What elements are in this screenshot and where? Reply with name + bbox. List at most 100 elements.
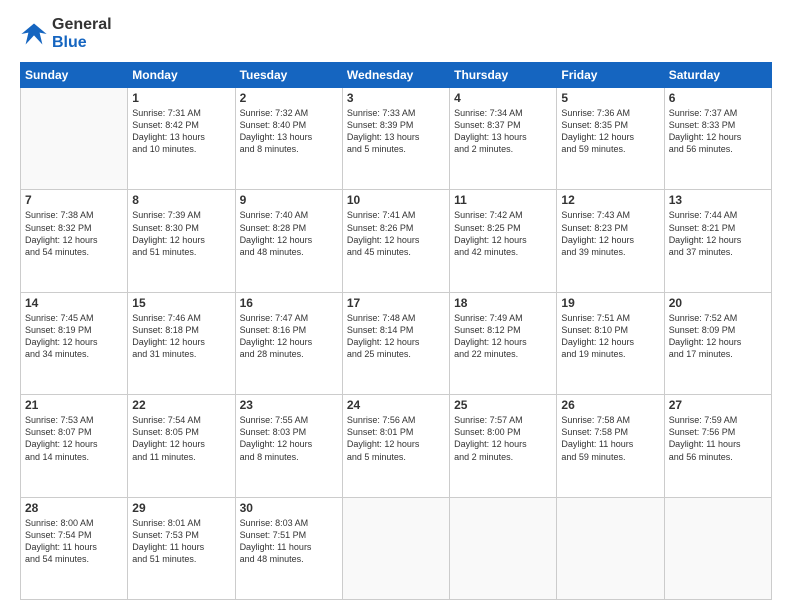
cell-info: Daylight: 12 hours — [25, 438, 123, 450]
calendar-cell: 23Sunrise: 7:55 AMSunset: 8:03 PMDayligh… — [235, 395, 342, 497]
day-number: 1 — [132, 91, 230, 105]
cell-info: Daylight: 12 hours — [454, 438, 552, 450]
cell-info: Sunrise: 8:00 AM — [25, 517, 123, 529]
day-number: 17 — [347, 296, 445, 310]
calendar-cell: 16Sunrise: 7:47 AMSunset: 8:16 PMDayligh… — [235, 292, 342, 394]
cell-info: Daylight: 11 hours — [561, 438, 659, 450]
cell-info: and 56 minutes. — [669, 143, 767, 155]
cell-info: Sunset: 8:23 PM — [561, 222, 659, 234]
cell-info: Sunset: 8:21 PM — [669, 222, 767, 234]
cell-info: Sunset: 8:40 PM — [240, 119, 338, 131]
cell-info: Daylight: 12 hours — [347, 438, 445, 450]
cell-info: Sunrise: 7:56 AM — [347, 414, 445, 426]
day-number: 23 — [240, 398, 338, 412]
cell-info: Sunrise: 8:01 AM — [132, 517, 230, 529]
col-friday: Friday — [557, 63, 664, 88]
calendar-cell: 30Sunrise: 8:03 AMSunset: 7:51 PMDayligh… — [235, 497, 342, 599]
col-wednesday: Wednesday — [342, 63, 449, 88]
cell-info: Daylight: 12 hours — [132, 234, 230, 246]
calendar-cell: 13Sunrise: 7:44 AMSunset: 8:21 PMDayligh… — [664, 190, 771, 292]
cell-info: and 51 minutes. — [132, 553, 230, 565]
cell-info: Sunset: 8:37 PM — [454, 119, 552, 131]
cell-info: and 2 minutes. — [454, 451, 552, 463]
cell-info: and 45 minutes. — [347, 246, 445, 258]
cell-info: Sunrise: 7:54 AM — [132, 414, 230, 426]
week-row-2: 7Sunrise: 7:38 AMSunset: 8:32 PMDaylight… — [21, 190, 772, 292]
calendar-cell — [21, 88, 128, 190]
cell-info: Sunrise: 7:32 AM — [240, 107, 338, 119]
cell-info: Daylight: 12 hours — [454, 234, 552, 246]
cell-info: Sunrise: 7:34 AM — [454, 107, 552, 119]
calendar-cell: 9Sunrise: 7:40 AMSunset: 8:28 PMDaylight… — [235, 190, 342, 292]
cell-info: Sunrise: 7:47 AM — [240, 312, 338, 324]
cell-info: Sunset: 8:39 PM — [347, 119, 445, 131]
calendar-cell: 22Sunrise: 7:54 AMSunset: 8:05 PMDayligh… — [128, 395, 235, 497]
calendar-cell: 27Sunrise: 7:59 AMSunset: 7:56 PMDayligh… — [664, 395, 771, 497]
calendar-cell: 26Sunrise: 7:58 AMSunset: 7:58 PMDayligh… — [557, 395, 664, 497]
day-number: 29 — [132, 501, 230, 515]
calendar-cell: 24Sunrise: 7:56 AMSunset: 8:01 PMDayligh… — [342, 395, 449, 497]
day-number: 20 — [669, 296, 767, 310]
cell-info: and 11 minutes. — [132, 451, 230, 463]
calendar-cell: 28Sunrise: 8:00 AMSunset: 7:54 PMDayligh… — [21, 497, 128, 599]
cell-info: and 42 minutes. — [454, 246, 552, 258]
cell-info: Sunrise: 7:41 AM — [347, 209, 445, 221]
cell-info: and 2 minutes. — [454, 143, 552, 155]
cell-info: Sunset: 8:09 PM — [669, 324, 767, 336]
day-number: 27 — [669, 398, 767, 412]
logo-icon — [20, 20, 48, 48]
cell-info: Sunrise: 7:39 AM — [132, 209, 230, 221]
cell-info: Daylight: 12 hours — [669, 234, 767, 246]
cell-info: and 8 minutes. — [240, 451, 338, 463]
calendar-cell: 11Sunrise: 7:42 AMSunset: 8:25 PMDayligh… — [450, 190, 557, 292]
week-row-5: 28Sunrise: 8:00 AMSunset: 7:54 PMDayligh… — [21, 497, 772, 599]
cell-info: and 39 minutes. — [561, 246, 659, 258]
cell-info: and 31 minutes. — [132, 348, 230, 360]
cell-info: Daylight: 13 hours — [454, 131, 552, 143]
cell-info: Sunset: 8:00 PM — [454, 426, 552, 438]
cell-info: Daylight: 12 hours — [132, 438, 230, 450]
cell-info: Sunset: 7:53 PM — [132, 529, 230, 541]
cell-info: and 10 minutes. — [132, 143, 230, 155]
cell-info: Sunset: 8:01 PM — [347, 426, 445, 438]
cell-info: Sunset: 8:12 PM — [454, 324, 552, 336]
cell-info: and 22 minutes. — [454, 348, 552, 360]
cell-info: Sunrise: 7:59 AM — [669, 414, 767, 426]
calendar-cell: 1Sunrise: 7:31 AMSunset: 8:42 PMDaylight… — [128, 88, 235, 190]
day-number: 6 — [669, 91, 767, 105]
calendar-cell: 18Sunrise: 7:49 AMSunset: 8:12 PMDayligh… — [450, 292, 557, 394]
day-number: 18 — [454, 296, 552, 310]
cell-info: Sunrise: 7:43 AM — [561, 209, 659, 221]
cell-info: Sunrise: 7:51 AM — [561, 312, 659, 324]
cell-info: Sunset: 8:35 PM — [561, 119, 659, 131]
day-number: 22 — [132, 398, 230, 412]
cell-info: Daylight: 11 hours — [669, 438, 767, 450]
cell-info: and 25 minutes. — [347, 348, 445, 360]
cell-info: and 59 minutes. — [561, 451, 659, 463]
day-number: 4 — [454, 91, 552, 105]
cell-info: Daylight: 13 hours — [132, 131, 230, 143]
day-number: 11 — [454, 193, 552, 207]
day-number: 3 — [347, 91, 445, 105]
cell-info: and 48 minutes. — [240, 553, 338, 565]
col-saturday: Saturday — [664, 63, 771, 88]
calendar-cell: 12Sunrise: 7:43 AMSunset: 8:23 PMDayligh… — [557, 190, 664, 292]
cell-info: Sunset: 8:33 PM — [669, 119, 767, 131]
day-number: 7 — [25, 193, 123, 207]
cell-info: Sunrise: 7:40 AM — [240, 209, 338, 221]
cell-info: and 19 minutes. — [561, 348, 659, 360]
day-number: 19 — [561, 296, 659, 310]
cell-info: and 14 minutes. — [25, 451, 123, 463]
cell-info: and 5 minutes. — [347, 451, 445, 463]
week-row-3: 14Sunrise: 7:45 AMSunset: 8:19 PMDayligh… — [21, 292, 772, 394]
cell-info: and 28 minutes. — [240, 348, 338, 360]
day-number: 8 — [132, 193, 230, 207]
logo: General Blue — [20, 16, 112, 52]
cell-info: Daylight: 12 hours — [669, 131, 767, 143]
calendar-cell: 8Sunrise: 7:39 AMSunset: 8:30 PMDaylight… — [128, 190, 235, 292]
day-number: 13 — [669, 193, 767, 207]
cell-info: Daylight: 13 hours — [240, 131, 338, 143]
cell-info: and 59 minutes. — [561, 143, 659, 155]
cell-info: Sunrise: 7:42 AM — [454, 209, 552, 221]
cell-info: Sunrise: 7:55 AM — [240, 414, 338, 426]
